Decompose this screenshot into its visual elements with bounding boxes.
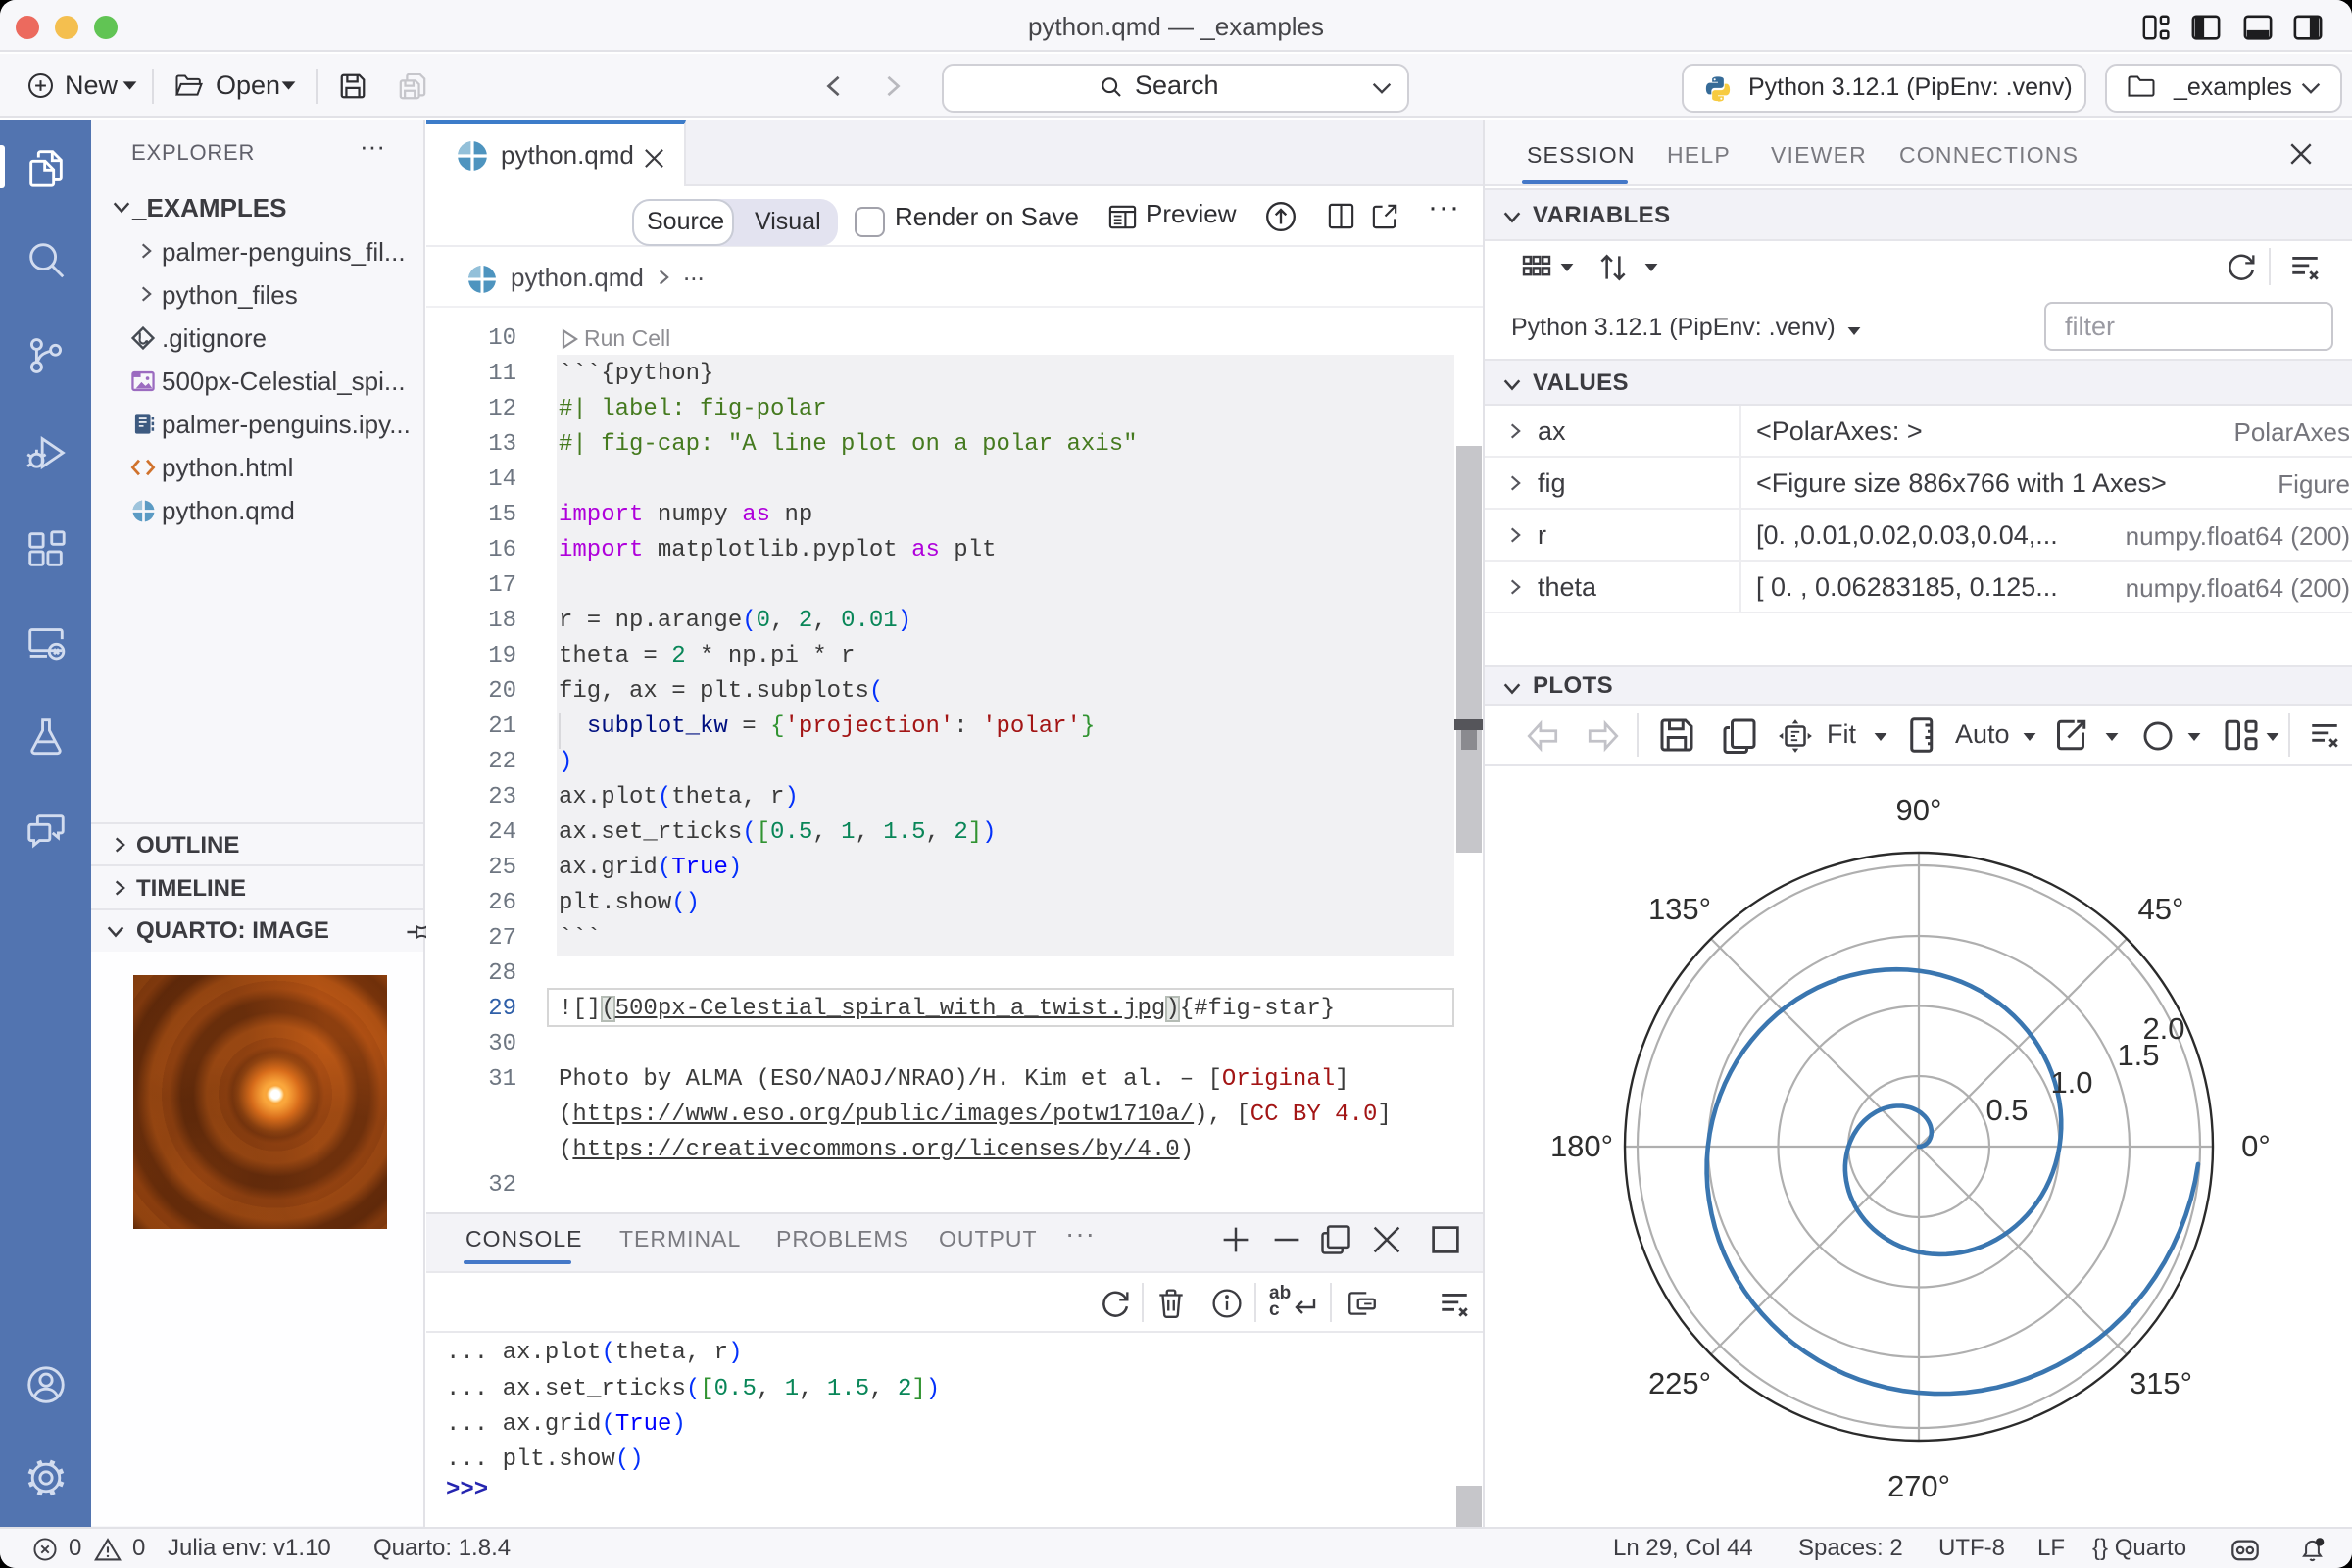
svg-text:270°: 270°	[1887, 1469, 1950, 1503]
svg-text:0°: 0°	[2241, 1129, 2271, 1163]
svg-text:180°: 180°	[1550, 1129, 1613, 1163]
svg-text:0.5: 0.5	[1985, 1093, 2028, 1127]
svg-text:225°: 225°	[1648, 1366, 1711, 1400]
svg-text:135°: 135°	[1648, 892, 1711, 926]
svg-text:1.0: 1.0	[2050, 1065, 2092, 1100]
svg-text:315°: 315°	[2130, 1366, 2192, 1400]
svg-text:2.0: 2.0	[2142, 1011, 2184, 1046]
svg-text:90°: 90°	[1896, 793, 1942, 827]
svg-text:45°: 45°	[2138, 892, 2184, 926]
